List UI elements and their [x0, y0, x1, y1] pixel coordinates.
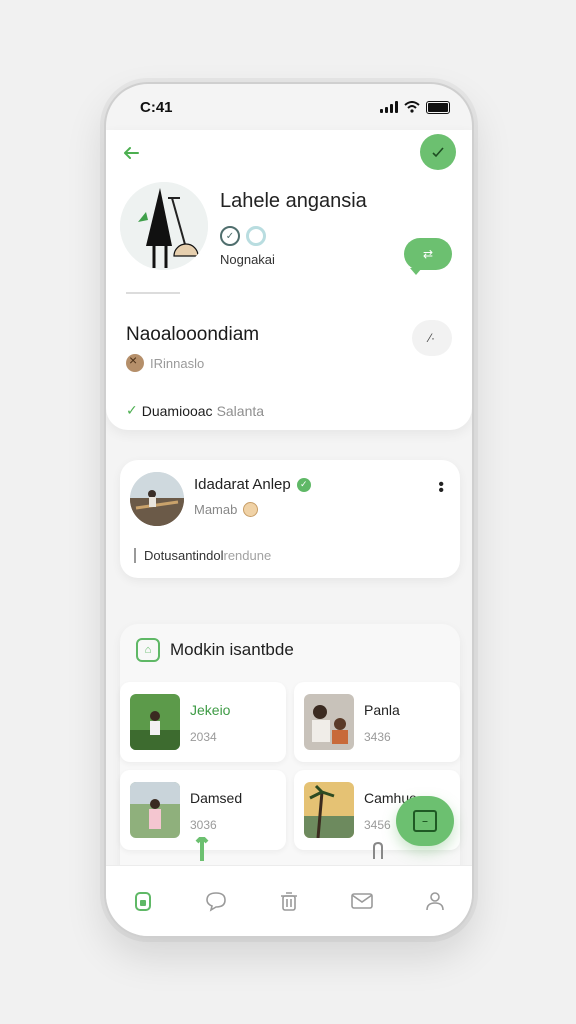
nav-trash[interactable] — [277, 889, 301, 913]
profile-name: Lahele angansia — [220, 190, 367, 212]
pin-marker-icon — [194, 834, 210, 866]
sparkle-icon: ⁄· — [429, 331, 435, 345]
compose-fab[interactable]: ⎯ — [396, 796, 454, 846]
nav-mail[interactable] — [350, 889, 374, 913]
mail-icon — [351, 893, 373, 909]
status-icons — [380, 100, 450, 114]
post-text-secondary: rendune — [223, 548, 272, 563]
post-author-row: Idadarat Anlep ✓ — [194, 476, 311, 493]
tag-secondary: Salanta — [216, 402, 265, 419]
media-tile[interactable]: Jekeio 2034 — [120, 682, 286, 762]
media-header: ⌂ Modkin isantbde — [136, 638, 294, 662]
wifi-icon — [404, 101, 420, 113]
post-subtitle-row: Mamab — [194, 502, 259, 517]
post-text: Dotusantindolrendune — [134, 548, 271, 563]
profile-badges: ✓ — [220, 226, 266, 246]
battery-icon — [426, 100, 450, 114]
post-avatar-photo — [130, 472, 184, 526]
post-card[interactable]: Idadarat Anlep ✓ Mamab • • Dotusantindolr… — [120, 460, 460, 578]
sub-label-row: IRinnaslo — [126, 352, 205, 372]
tile-thumbnail — [304, 782, 354, 838]
tile-thumbnail — [130, 782, 180, 838]
confirm-button[interactable] — [420, 134, 456, 170]
tile-count: 3036 — [190, 818, 217, 832]
phone-frame: C:41 Lahele angansia ✓ Nognakai ⇄ Naoalo… — [104, 82, 474, 938]
trash-icon — [280, 892, 297, 911]
verified-badge-icon: ✓ — [220, 226, 240, 246]
chat-icon — [205, 892, 226, 912]
tag-primary: Duamiooac — [141, 402, 213, 419]
mini-avatar — [126, 352, 144, 372]
status-time: C:41 — [140, 98, 173, 116]
tile-thumbnail — [304, 694, 354, 750]
signal-icon — [380, 101, 398, 113]
arrow-left-icon — [124, 147, 139, 159]
bottom-nav — [106, 865, 472, 936]
tile-title: Jekeio — [190, 702, 231, 718]
check-icon: ✓ — [126, 402, 138, 418]
tile-thumbnail — [130, 694, 180, 750]
checkmark-icon — [432, 147, 444, 158]
section-title: Naoalooondiam — [126, 324, 260, 345]
back-button[interactable] — [122, 142, 140, 168]
sub-label: IRinnaslo — [150, 355, 205, 371]
kebab-icon: • • — [438, 476, 444, 499]
tile-title: Damsed — [190, 790, 243, 806]
post-avatar — [130, 472, 184, 526]
profile-handle: Nognakai — [220, 252, 275, 267]
message-button[interactable]: ⇄ — [404, 238, 452, 275]
verified-icon: ✓ — [296, 477, 311, 492]
more-options-button[interactable]: • • — [438, 477, 444, 499]
expand-button[interactable]: ⁄· — [412, 320, 452, 356]
media-title: Modkin isantbde — [170, 640, 294, 659]
ring-badge-icon — [246, 226, 266, 246]
profile-icon — [426, 892, 445, 911]
tile-count: 3456 — [364, 818, 391, 832]
tile-title: Panla — [364, 702, 400, 718]
hand-icon — [368, 839, 388, 866]
gallery-icon: ⌂ — [136, 638, 160, 662]
tile-count: 3436 — [364, 730, 391, 744]
avatar-illustration — [120, 182, 208, 270]
emoji-icon — [243, 502, 259, 517]
nav-profile[interactable] — [423, 889, 447, 913]
post-subtitle: Mamab — [194, 502, 238, 517]
profile-header-card: Lahele angansia ✓ Nognakai ⇄ Naoalooondi… — [106, 130, 472, 430]
post-text-primary: Dotusantindol — [144, 548, 224, 563]
post-author: Idadarat Anlep — [194, 476, 291, 493]
divider — [126, 292, 180, 294]
nav-chat[interactable] — [204, 889, 228, 913]
tag-row[interactable]: ✓ Duamiooac Salanta — [126, 402, 264, 419]
media-tile[interactable]: Panla 3436 — [294, 682, 460, 762]
chat-bubble-icon: ⇄ — [422, 247, 434, 261]
profile-avatar — [120, 182, 208, 270]
nav-home[interactable] — [131, 889, 155, 913]
home-icon — [134, 892, 151, 911]
compose-icon: ⎯ — [413, 810, 437, 832]
tile-count: 2034 — [190, 730, 217, 744]
status-bar: C:41 — [106, 84, 472, 130]
